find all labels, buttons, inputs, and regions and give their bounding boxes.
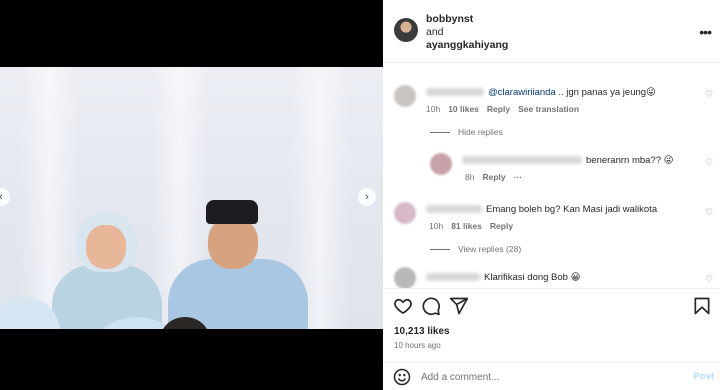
smiley-icon[interactable] <box>393 368 411 386</box>
comment-input[interactable] <box>421 369 671 385</box>
commenter-avatar[interactable] <box>394 267 416 288</box>
replies-line <box>430 249 450 251</box>
commenter-name-blurred <box>426 205 482 214</box>
comment-meta: 10h 81 likes Reply <box>429 221 521 231</box>
comment-body: beneranrn mba?? 😜 <box>586 155 674 166</box>
comment-likes[interactable]: 81 likes <box>451 221 482 231</box>
likes-count[interactable]: 10,213 likes <box>394 326 450 337</box>
heart-icon[interactable]: ♡ <box>705 157 715 167</box>
post-side-panel: bobbynst and ayanggkahiyang ••• @clarawi… <box>383 0 720 390</box>
commenter-name-blurred <box>462 156 582 165</box>
comments-list: @clarawiriianda .. jgn panas ya jeung😜 1… <box>383 63 720 288</box>
reply-button[interactable]: Reply <box>490 221 513 231</box>
comment-mention[interactable]: @clarawiriianda <box>488 87 556 98</box>
comment-body: .. jgn panas ya jeung😜 <box>555 87 656 98</box>
man-face <box>208 217 258 269</box>
commenter-name-blurred <box>426 273 480 282</box>
author-conjunction: and <box>426 26 444 38</box>
more-horizontal-icon[interactable]: ••• <box>699 24 712 40</box>
more-options-button[interactable]: ··· <box>514 172 523 182</box>
coauthor-username[interactable]: ayanggkahiyang <box>426 39 508 51</box>
post-photo[interactable] <box>0 67 383 329</box>
author-username[interactable]: bobbynst <box>426 13 473 25</box>
man-cap <box>206 200 258 224</box>
reply-button[interactable]: Reply <box>487 104 510 114</box>
comment-body: Emang boleh bg? Kan Masi jadi walikota <box>486 204 658 215</box>
woman-face <box>86 225 126 269</box>
comment-time: 10h <box>429 221 444 231</box>
post-header: bobbynst and ayanggkahiyang ••• <box>383 0 720 62</box>
comment-body: Klarifikasi dong Bob 😀 <box>484 272 581 283</box>
divider <box>383 288 720 289</box>
comment-text: beneranrn mba?? 😜 <box>462 155 674 166</box>
hide-replies-button[interactable]: Hide replies <box>430 127 503 137</box>
comment-likes[interactable]: 10 likes <box>448 104 479 114</box>
view-replies-button[interactable]: View replies (28) <box>430 244 521 254</box>
bookmark-icon[interactable] <box>692 296 712 316</box>
commenter-name-blurred <box>426 88 484 97</box>
post-media-pane: ‹ › <box>0 0 383 390</box>
comment-meta: 8h Reply ··· <box>465 172 530 182</box>
post-timestamp: 10 hours ago <box>394 341 441 350</box>
comment-bubble-icon[interactable] <box>421 296 441 316</box>
replies-line <box>430 132 450 134</box>
comment-time: 8h <box>465 172 475 182</box>
hide-replies-label: Hide replies <box>458 127 503 137</box>
comment-text: Emang boleh bg? Kan Masi jadi walikota <box>426 204 657 215</box>
reply-button[interactable]: Reply <box>482 172 505 182</box>
commenter-avatar[interactable] <box>394 202 416 224</box>
comment-text: Klarifikasi dong Bob 😀 <box>426 272 581 283</box>
comment-meta: 10h 10 likes Reply See translation <box>426 104 587 114</box>
paper-plane-icon[interactable] <box>449 296 469 316</box>
heart-icon[interactable]: ♡ <box>705 274 715 284</box>
see-translation-button[interactable]: See translation <box>518 104 579 114</box>
view-replies-label: View replies (28) <box>458 244 522 254</box>
divider <box>383 362 720 363</box>
chevron-right-icon[interactable]: › <box>358 188 376 206</box>
heart-icon[interactable] <box>393 296 413 316</box>
author-avatar[interactable] <box>394 18 418 42</box>
post-comment-button[interactable]: Post <box>693 371 714 382</box>
heart-icon[interactable]: ♡ <box>705 207 715 217</box>
commenter-avatar[interactable] <box>430 153 452 175</box>
comment-time: 10h <box>426 104 441 114</box>
comment-text: @clarawiriianda .. jgn panas ya jeung😜 <box>426 87 656 98</box>
heart-icon[interactable]: ♡ <box>705 89 715 99</box>
commenter-avatar[interactable] <box>394 85 416 107</box>
